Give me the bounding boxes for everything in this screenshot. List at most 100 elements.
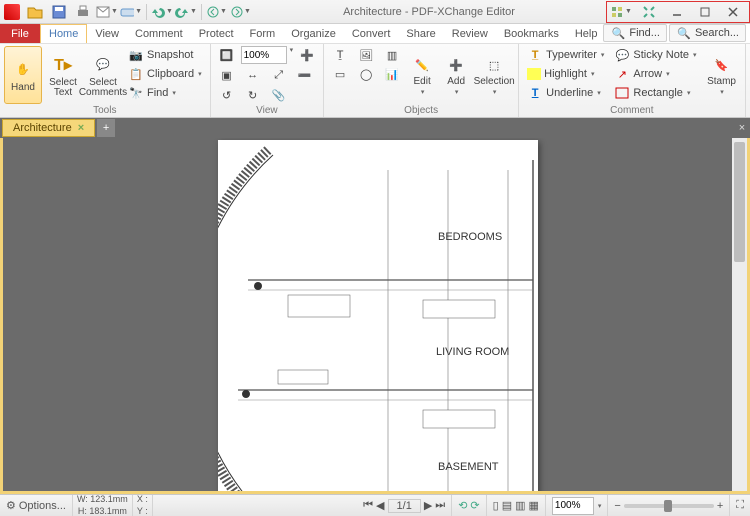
snapshot-button[interactable]: 📷Snapshot — [124, 46, 206, 64]
height-readout: H: 183.1mm — [78, 507, 127, 516]
save-icon[interactable] — [48, 2, 70, 22]
sticky-note-button[interactable]: 💬Sticky Note▾ — [610, 46, 700, 64]
zoom-input[interactable] — [241, 46, 287, 64]
add-tab-button[interactable]: + — [97, 119, 115, 137]
next-page-icon[interactable]: ▶ — [424, 499, 432, 512]
prev-page-icon[interactable]: ◀ — [376, 499, 384, 512]
find-tool-button[interactable]: 🔭Find▾ — [124, 84, 206, 102]
zoom-in-status-icon[interactable]: + — [717, 500, 723, 512]
search-button[interactable]: 🔍Search... — [669, 24, 746, 42]
page-indicator[interactable]: 1/1 — [388, 499, 421, 513]
coords-cell: X : Y : — [133, 495, 153, 516]
ui-options-icon[interactable] — [635, 2, 663, 22]
add-icon: ➕ — [445, 54, 467, 76]
options-button[interactable]: ⚙Options... — [0, 495, 73, 516]
edit-button[interactable]: ✏️ Edit▾ — [406, 46, 438, 104]
window-title: Architecture - PDF-XChange Editor — [252, 6, 606, 18]
tab-view[interactable]: View — [87, 24, 127, 43]
redo-icon[interactable]: ▼ — [175, 2, 197, 22]
hand-tool-button[interactable]: ✋ Hand — [4, 46, 42, 104]
add-button[interactable]: ➕ Add▾ — [440, 46, 472, 104]
highlight-button[interactable]: Highlight▾ — [523, 65, 608, 83]
open-icon[interactable] — [24, 2, 46, 22]
typewriter-button[interactable]: T̲Typewriter▾ — [523, 46, 608, 64]
status-zoom-input[interactable] — [552, 497, 594, 515]
first-page-icon[interactable]: ⏮ — [363, 499, 373, 512]
edit-chart-button[interactable]: 📊 — [380, 65, 404, 83]
zoom-in-button[interactable]: ➕ — [295, 46, 319, 64]
zoom-slider[interactable] — [624, 504, 714, 508]
fit-page-button[interactable]: ▣ — [215, 66, 239, 84]
single-page-icon[interactable]: ▯ — [493, 499, 499, 512]
zoom-actual-button[interactable]: 🔲 — [215, 46, 239, 64]
last-page-icon[interactable]: ⏭ — [435, 499, 445, 512]
document-viewport[interactable]: BEDROOMS LIVING ROOM BASEMENT — [0, 138, 750, 494]
rotate-cw-button[interactable]: ↻ — [241, 86, 265, 104]
two-continuous-icon[interactable]: ▦ — [529, 499, 539, 512]
zoom-out-button[interactable]: ➖ — [293, 66, 317, 84]
scan-icon[interactable]: ▼ — [120, 2, 142, 22]
attach-button[interactable]: 📎 — [267, 86, 291, 104]
tab-bookmarks[interactable]: Bookmarks — [496, 24, 567, 43]
hand-label: Hand — [11, 83, 35, 93]
vertical-scrollbar[interactable] — [732, 138, 747, 491]
document-tab[interactable]: Architecture× — [2, 119, 95, 137]
rotate-ccw-icon: ↺ — [219, 87, 235, 103]
tab-help[interactable]: Help — [567, 24, 606, 43]
fit-width-button[interactable]: ↔ — [241, 66, 265, 84]
edit-text-button[interactable]: Ṯ — [328, 46, 352, 64]
selection-button[interactable]: ⬚ Selection▾ — [474, 46, 514, 104]
tab-convert[interactable]: Convert — [344, 24, 399, 43]
continuous-icon[interactable]: ▤ — [502, 499, 512, 512]
rotate-cw-icon: ↻ — [245, 87, 261, 103]
quick-launch-icon[interactable]: ▼ — [607, 2, 635, 22]
file-tab[interactable]: File — [0, 24, 40, 43]
zoom-slider-knob[interactable] — [664, 500, 672, 512]
paperclip-icon: 📎 — [271, 87, 287, 103]
edit-image-button[interactable]: 🖼 — [354, 46, 378, 64]
edit-form-button[interactable]: ▭ — [328, 65, 352, 83]
fit-visible-button[interactable]: ⤢ — [267, 66, 291, 84]
edit-barcode-button[interactable]: ▥ — [380, 46, 404, 64]
print-icon[interactable] — [72, 2, 94, 22]
email-icon[interactable]: ▼ — [96, 2, 118, 22]
tab-share[interactable]: Share — [398, 24, 443, 43]
objects-group-title: Objects — [328, 105, 514, 117]
zoom-out-status-icon[interactable]: − — [614, 500, 620, 512]
tabbar-close-icon[interactable]: × — [734, 122, 750, 134]
nav-prev-icon[interactable]: ▼ — [206, 2, 228, 22]
select-comments-button[interactable]: 💬 Select Comments — [84, 46, 122, 104]
image-icon: 🖼 — [358, 47, 374, 63]
edit-shape-button[interactable]: ◯ — [354, 65, 378, 83]
undo-icon[interactable]: ▼ — [151, 2, 173, 22]
fullscreen-button[interactable]: ⛶ — [730, 495, 750, 516]
tab-home[interactable]: Home — [40, 24, 87, 43]
camera-icon: 📷 — [128, 47, 144, 63]
minimize-button[interactable] — [663, 2, 691, 22]
tab-comment[interactable]: Comment — [127, 24, 191, 43]
arrow-button[interactable]: ↗Arrow▾ — [610, 65, 700, 83]
tab-protect[interactable]: Protect — [191, 24, 242, 43]
tab-form[interactable]: Form — [242, 24, 284, 43]
rectangle-button[interactable]: Rectangle▾ — [610, 84, 700, 102]
tab-review[interactable]: Review — [444, 24, 496, 43]
scrollbar-thumb[interactable] — [734, 142, 745, 262]
clipboard-label: Clipboard — [147, 68, 194, 80]
find-button[interactable]: 🔍Find... — [603, 24, 667, 42]
select-text-button[interactable]: T▸ Select Text — [44, 46, 82, 104]
underline-button[interactable]: TUnderline▾ — [523, 84, 608, 102]
tab-organize[interactable]: Organize — [283, 24, 344, 43]
clipboard-button[interactable]: 📋Clipboard▾ — [124, 65, 206, 83]
close-button[interactable] — [719, 2, 747, 22]
maximize-button[interactable] — [691, 2, 719, 22]
forward-icon[interactable]: ⟳ — [470, 499, 479, 512]
stamp-button[interactable]: 🔖 Stamp▾ — [703, 46, 741, 104]
back-icon[interactable]: ⟲ — [458, 499, 467, 512]
ribbon-group-tools: ✋ Hand T▸ Select Text 💬 Select Comments … — [0, 44, 211, 117]
two-page-icon[interactable]: ▥ — [515, 499, 525, 512]
gear-icon: ⚙ — [6, 499, 16, 512]
close-tab-icon[interactable]: × — [78, 122, 84, 134]
text-cursor-icon: T▸ — [51, 53, 75, 77]
rotate-ccw-button[interactable]: ↺ — [215, 86, 239, 104]
nav-next-icon[interactable]: ▼ — [230, 2, 252, 22]
